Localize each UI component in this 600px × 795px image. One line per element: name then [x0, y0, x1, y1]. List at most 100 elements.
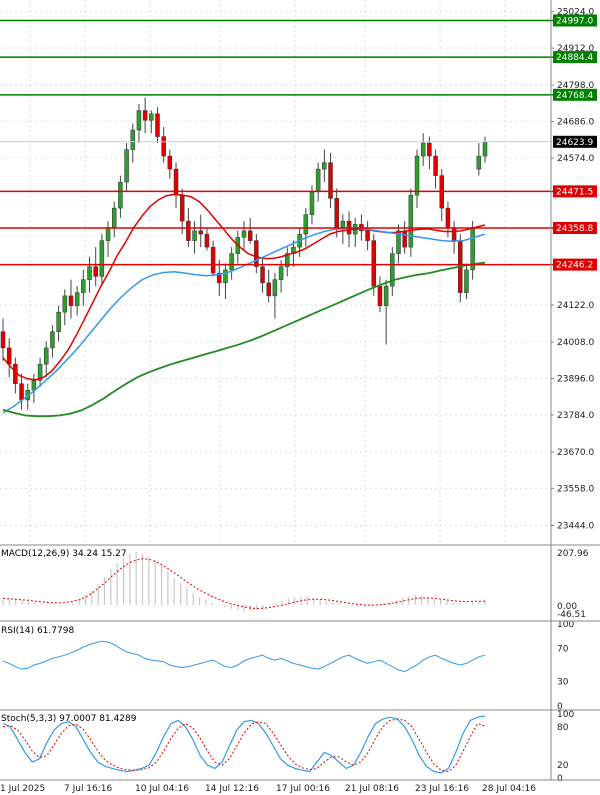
chart-background [0, 0, 600, 795]
candle-body [229, 253, 234, 271]
price-tick-label: 23670.0 [557, 448, 594, 458]
level-label: 24997.0 [556, 16, 593, 26]
candle-body [328, 162, 333, 199]
level-label: 24358.8 [556, 224, 593, 234]
candle-body [186, 220, 191, 241]
stoch-tick-label: 80 [557, 723, 569, 733]
macd-tick-label: 207.96 [557, 549, 589, 559]
candle-body [62, 295, 68, 313]
price-tick-label: 24008.0 [557, 338, 594, 348]
candle-body [198, 230, 203, 235]
candle-body [6, 347, 12, 365]
candle-body [155, 113, 160, 137]
price-tick-label: 24122.0 [557, 301, 594, 311]
candle-body [93, 266, 98, 277]
time-tick-label: 10 Jul 04:16 [135, 784, 189, 794]
candle-body [56, 311, 61, 332]
candle-body [408, 194, 414, 248]
level-label: 24884.4 [556, 53, 593, 63]
stoch-tick-label: 0 [557, 774, 563, 784]
candle-body [377, 285, 383, 306]
candle-body [161, 136, 166, 157]
trading-chart[interactable]: 25024.024912.024798.024686.024574.024122… [0, 0, 600, 795]
candle-body [482, 141, 488, 157]
candle-body [50, 331, 55, 349]
candle-body [365, 230, 370, 241]
candle[interactable] [458, 234, 463, 303]
time-tick-label: 7 Jul 16:16 [64, 784, 113, 794]
price-tick-label: 23896.0 [557, 374, 594, 384]
macd-tick-label: -46.51 [557, 610, 586, 620]
candle-body [149, 113, 154, 121]
time-tick-label: 1 Jul 2025 [0, 784, 45, 794]
candle-body [303, 214, 309, 235]
level-label: 24246.2 [556, 261, 593, 271]
candle-body [402, 230, 407, 248]
time-tick-label: 21 Jul 08:16 [345, 784, 399, 794]
candle-body [433, 155, 438, 176]
candle-body [476, 155, 482, 170]
candle-body [74, 292, 80, 306]
candle-body [68, 295, 74, 306]
candle-body [427, 142, 432, 157]
candle-body [464, 269, 469, 293]
candle-body [192, 230, 197, 241]
candle[interactable] [408, 188, 414, 257]
candle-body [340, 220, 346, 228]
candle-body [44, 347, 49, 365]
time-tick-label: 23 Jul 16:16 [415, 784, 469, 794]
candle-body [31, 380, 37, 391]
price-tick-label: 24574.0 [557, 154, 594, 164]
time-tick-label: 28 Jul 04:16 [482, 784, 536, 794]
candle-body [124, 149, 129, 183]
candle-body [266, 282, 271, 297]
candle-body [81, 279, 86, 293]
candle-body [179, 194, 185, 222]
candle-body [445, 207, 451, 228]
candle-body [105, 227, 111, 241]
candle-body [260, 266, 265, 284]
candle-body [0, 331, 6, 349]
candle-body [334, 198, 339, 228]
candle-body [19, 383, 24, 401]
rsi-tick-label: 30 [557, 677, 569, 687]
candle-body [142, 110, 148, 121]
time-tick-label: 14 Jul 12:16 [205, 784, 259, 794]
candle-body [167, 155, 173, 170]
candle-body [247, 230, 253, 241]
candle-body [272, 279, 278, 297]
candle-body [204, 233, 210, 248]
candle-body [87, 266, 92, 280]
candle-body [451, 227, 457, 241]
candle-body [241, 230, 247, 238]
candle-body [99, 240, 105, 277]
candle-body [309, 191, 315, 215]
candle-body [371, 240, 377, 287]
price-tick-label: 23558.0 [557, 484, 594, 494]
candle-body [130, 129, 136, 150]
level-label: 24471.5 [556, 187, 593, 197]
candle-body [278, 266, 284, 280]
candle-body [111, 207, 117, 228]
time-tick-label: 17 Jul 00:16 [276, 784, 330, 794]
candle-body [414, 155, 420, 196]
macd-label: MACD(12,26,9) 34.24 15.27 [1, 549, 127, 559]
rsi-tick-label: 70 [557, 645, 569, 655]
candle-body [118, 181, 123, 209]
candle-body [136, 110, 142, 131]
price-tick-label: 24686.0 [557, 118, 594, 128]
level-label: 24768.4 [556, 91, 593, 101]
candle-body [383, 285, 389, 306]
candle-body [210, 246, 216, 274]
candle-body [315, 168, 321, 193]
stoch-tick-label: 20 [557, 761, 569, 771]
current-price-label: 24623.9 [556, 138, 593, 148]
stoch-tick-label: 100 [557, 710, 574, 720]
candle-body [254, 240, 259, 267]
candle-body [223, 269, 228, 284]
price-tick-label: 23784.0 [557, 411, 594, 421]
price-tick-label: 23444.0 [557, 521, 594, 531]
candle-body [420, 142, 426, 157]
rsi-label: RSI(14) 61.7798 [1, 626, 74, 636]
candle-body [322, 162, 327, 170]
